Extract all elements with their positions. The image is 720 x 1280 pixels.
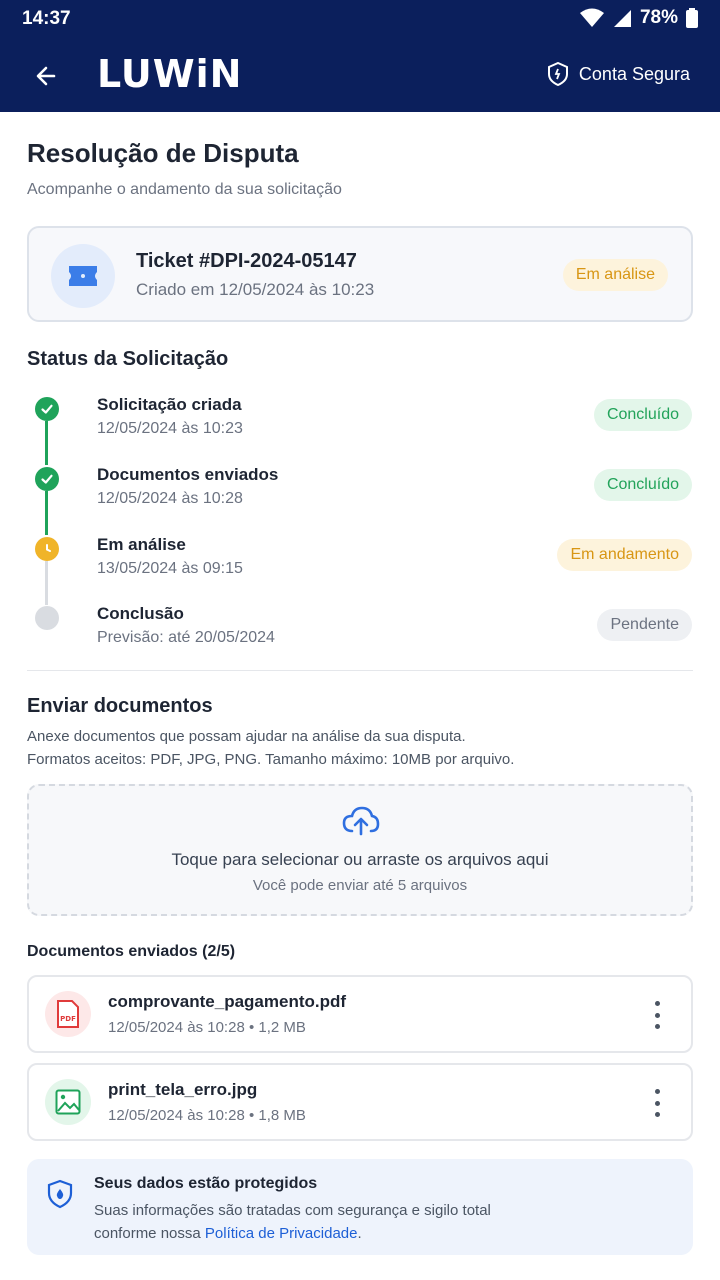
privacy-text: Suas informações são tratadas com segura… <box>94 1199 654 1245</box>
step-name: Em análise <box>97 535 186 554</box>
app-bar: LUWiN Conta Segura <box>0 40 720 112</box>
dropzone-instruction: Toque para selecionar ou arraste os arqu… <box>171 850 549 869</box>
document-name: comprovante_pagamento.pdf <box>108 992 347 1011</box>
document-item[interactable]: print_tela_erro.jpg 12/05/2024 às 10:28 … <box>27 1063 693 1141</box>
cloud-upload-icon <box>342 806 380 836</box>
pending-dot-icon <box>35 606 59 630</box>
step-status-badge: Pendente <box>597 609 692 641</box>
step-name: Conclusão <box>97 604 184 623</box>
document-meta: 12/05/2024 às 10:28 • 1,2 MB <box>108 1019 306 1036</box>
document-meta: 12/05/2024 às 10:28 • 1,8 MB <box>108 1107 306 1124</box>
status-bar: 14:37 78% <box>0 0 720 38</box>
step-date: 12/05/2024 às 10:28 <box>97 490 243 507</box>
step-status-badge: Concluído <box>593 469 692 501</box>
privacy-text-suffix: . <box>357 1225 362 1242</box>
more-options-button[interactable] <box>645 1001 669 1029</box>
privacy-text-line: conforme nossa <box>94 1225 205 1242</box>
section-divider <box>27 670 693 671</box>
ticket-created-date: Criado em 12/05/2024 às 10:23 <box>136 280 375 299</box>
step-date: 13/05/2024 às 09:15 <box>97 560 243 577</box>
dropzone-limit: Você pode enviar até 5 arquivos <box>252 877 468 894</box>
step-status-badge: Em andamento <box>557 539 692 571</box>
privacy-text-line: Suas informações são tratadas com segura… <box>94 1202 491 1219</box>
ticket-number: Ticket #DPI-2024-05147 <box>136 250 357 272</box>
timeline-connector <box>45 561 48 605</box>
ticket-card: Ticket #DPI-2024-05147 Criado em 12/05/2… <box>27 226 693 322</box>
secure-label: Conta Segura <box>578 63 690 84</box>
check-circle-icon <box>35 467 59 491</box>
file-dropzone[interactable]: Toque para selecionar ou arraste os arqu… <box>27 784 693 916</box>
ticket-status-badge: Em análise <box>562 259 668 291</box>
shield-icon <box>547 62 568 86</box>
step-status-badge: Concluído <box>593 399 692 431</box>
page-title: Resolução de Disputa <box>27 138 299 168</box>
privacy-notice: Seus dados estão protegidos Suas informa… <box>27 1159 693 1255</box>
app-logo: LUWiN <box>97 52 243 96</box>
pdf-file-icon: PDF <box>45 991 91 1037</box>
upload-description: Anexe documentos que possam ajudar na an… <box>27 728 466 745</box>
check-circle-icon <box>35 397 59 421</box>
image-file-icon <box>45 1079 91 1125</box>
svg-text:PDF: PDF <box>60 1015 76 1023</box>
back-button[interactable] <box>26 56 66 96</box>
upload-section-title: Enviar documentos <box>27 695 213 717</box>
arrow-left-icon <box>36 66 56 86</box>
secure-account-button[interactable]: Conta Segura <box>547 62 690 86</box>
more-options-button[interactable] <box>645 1089 669 1117</box>
documents-title: Documentos enviados (2/5) <box>27 943 236 960</box>
step-date: 12/05/2024 às 10:23 <box>97 420 243 437</box>
privacy-policy-link[interactable]: Política de Privacidade <box>205 1225 358 1242</box>
document-name: print_tela_erro.jpg <box>108 1080 258 1099</box>
timeline-connector <box>45 421 48 465</box>
status-section-title: Status da Solicitação <box>27 348 229 370</box>
privacy-title: Seus dados estão protegidos <box>94 1175 318 1192</box>
signal-icon <box>613 10 631 27</box>
status-time: 14:37 <box>22 8 71 29</box>
document-item[interactable]: PDF comprovante_pagamento.pdf 12/05/2024… <box>27 975 693 1053</box>
step-name: Solicitação criada <box>97 395 242 414</box>
wifi-icon <box>579 8 604 27</box>
status-icons: 78% <box>579 7 698 29</box>
battery-level: 78% <box>639 7 678 28</box>
step-date: Previsão: até 20/05/2024 <box>97 629 275 646</box>
timeline-connector <box>45 491 48 535</box>
step-name: Documentos enviados <box>97 465 279 484</box>
clock-icon <box>35 537 59 561</box>
upload-formats: Formatos aceitos: PDF, JPG, PNG. Tamanho… <box>27 751 515 768</box>
battery-icon <box>686 8 698 28</box>
page-subtitle: Acompanhe o andamento da sua solicitação <box>27 181 342 198</box>
shield-lock-icon <box>47 1179 73 1209</box>
ticket-icon <box>51 244 115 308</box>
app-header: 14:37 78% LUWiN Conta Segura <box>0 0 720 112</box>
